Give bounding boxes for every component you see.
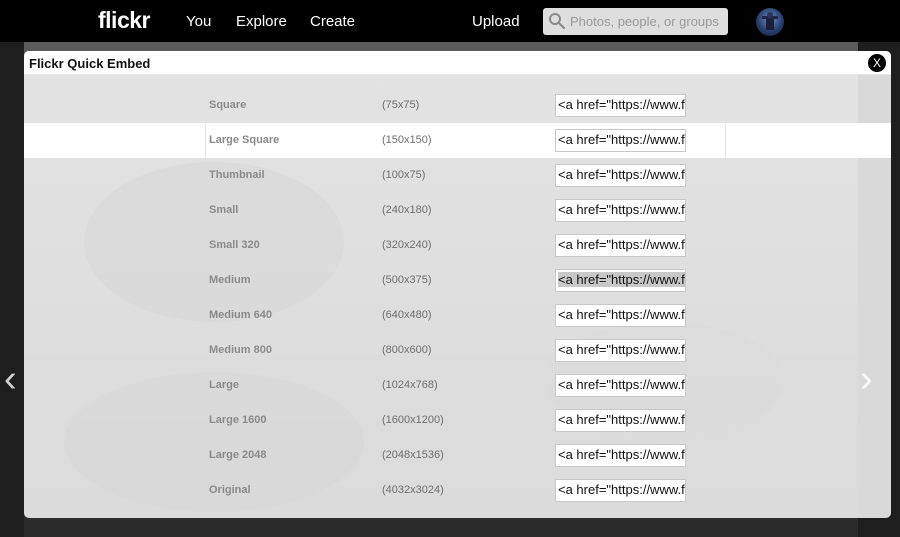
size-dimensions: (240x180): [382, 204, 432, 216]
size-row-large-square: Large Square (150x150) <a href="https://…: [24, 123, 891, 158]
top-nav-bar: flickr You Explore Create Upload: [0, 0, 900, 42]
size-name: Large 2048: [209, 449, 267, 461]
size-row-original: Original (4032x3024) <a href="https://ww…: [24, 473, 891, 508]
embed-code-field-selected[interactable]: <a href="https://www.f: [555, 269, 686, 292]
search-icon: [549, 13, 566, 30]
size-row-square: Square (75x75) <a href="https://www.f: [24, 88, 891, 123]
embed-code-field[interactable]: <a href="https://www.f: [555, 199, 686, 222]
size-name: Original: [209, 484, 251, 496]
embed-code-field[interactable]: <a href="https://www.f: [555, 304, 686, 327]
embed-code-field[interactable]: <a href="https://www.f: [555, 374, 686, 397]
selected-embed-text: <a href="https://www.f: [558, 272, 685, 287]
size-row-thumbnail: Thumbnail (100x75) <a href="https://www.…: [24, 158, 891, 193]
embed-code-field[interactable]: <a href="https://www.f: [555, 409, 686, 432]
nav-explore-link[interactable]: Explore: [236, 13, 287, 30]
size-dimensions: (1024x768): [382, 379, 438, 391]
size-row-medium-640: Medium 640 (640x480) <a href="https://ww…: [24, 298, 891, 333]
search-box[interactable]: [543, 8, 728, 35]
size-name: Square: [209, 99, 247, 111]
size-row-large: Large (1024x768) <a href="https://www.f: [24, 368, 891, 403]
embed-code-field[interactable]: <a href="https://www.f: [555, 129, 686, 152]
size-row-large-2048: Large 2048 (2048x1536) <a href="https://…: [24, 438, 891, 473]
modal-header: Flickr Quick Embed: [24, 51, 891, 75]
size-dimensions: (320x240): [382, 239, 432, 251]
avatar-image: [762, 12, 778, 30]
embed-code-field[interactable]: <a href="https://www.f: [555, 444, 686, 467]
modal-title: Flickr Quick Embed: [29, 56, 151, 71]
size-row-large-1600: Large 1600 (1600x1200) <a href="https://…: [24, 403, 891, 438]
size-name: Medium 800: [209, 344, 272, 356]
size-dimensions: (75x75): [382, 99, 420, 111]
size-dimensions: (1600x1200): [382, 414, 444, 426]
size-row-medium-800: Medium 800 (800x600) <a href="https://ww…: [24, 333, 891, 368]
size-name: Large Square: [209, 134, 280, 146]
size-name: Medium 640: [209, 309, 272, 321]
size-name: Thumbnail: [209, 169, 265, 181]
user-avatar[interactable]: [756, 8, 784, 36]
size-row-small-320: Small 320 (320x240) <a href="https://www…: [24, 228, 891, 263]
size-row-medium: Medium (500x375) <a href="https://www.f: [24, 263, 891, 298]
previous-photo-arrow-icon[interactable]: ‹: [4, 360, 17, 398]
size-name: Medium: [209, 274, 251, 286]
size-name: Large: [209, 379, 239, 391]
size-dimensions: (800x600): [382, 344, 432, 356]
search-input[interactable]: [570, 12, 722, 31]
upload-link[interactable]: Upload: [472, 13, 520, 30]
nav-create-link[interactable]: Create: [310, 13, 355, 30]
size-dimensions: (2048x1536): [382, 449, 444, 461]
flickr-logo[interactable]: flickr: [98, 7, 150, 34]
close-modal-button[interactable]: X: [867, 53, 887, 73]
size-name: Large 1600: [209, 414, 267, 426]
size-dimensions: (100x75): [382, 169, 426, 181]
embed-code-field[interactable]: <a href="https://www.f: [555, 164, 686, 187]
size-row-small: Small (240x180) <a href="https://www.f: [24, 193, 891, 228]
size-dimensions: (500x375): [382, 274, 432, 286]
embed-code-field[interactable]: <a href="https://www.f: [555, 339, 686, 362]
embed-code-field[interactable]: <a href="https://www.f: [555, 234, 686, 257]
size-dimensions: (4032x3024): [382, 484, 444, 496]
size-dimensions: (640x480): [382, 309, 432, 321]
size-dimensions: (150x150): [382, 134, 432, 146]
nav-you-link[interactable]: You: [186, 13, 211, 30]
size-name: Small: [209, 204, 239, 216]
embed-code-field[interactable]: <a href="https://www.f: [555, 479, 686, 502]
size-name: Small 320: [209, 239, 260, 251]
embed-code-field[interactable]: <a href="https://www.f: [555, 94, 686, 117]
quick-embed-modal: Flickr Quick Embed Square (75x75) <a hre…: [24, 51, 891, 518]
